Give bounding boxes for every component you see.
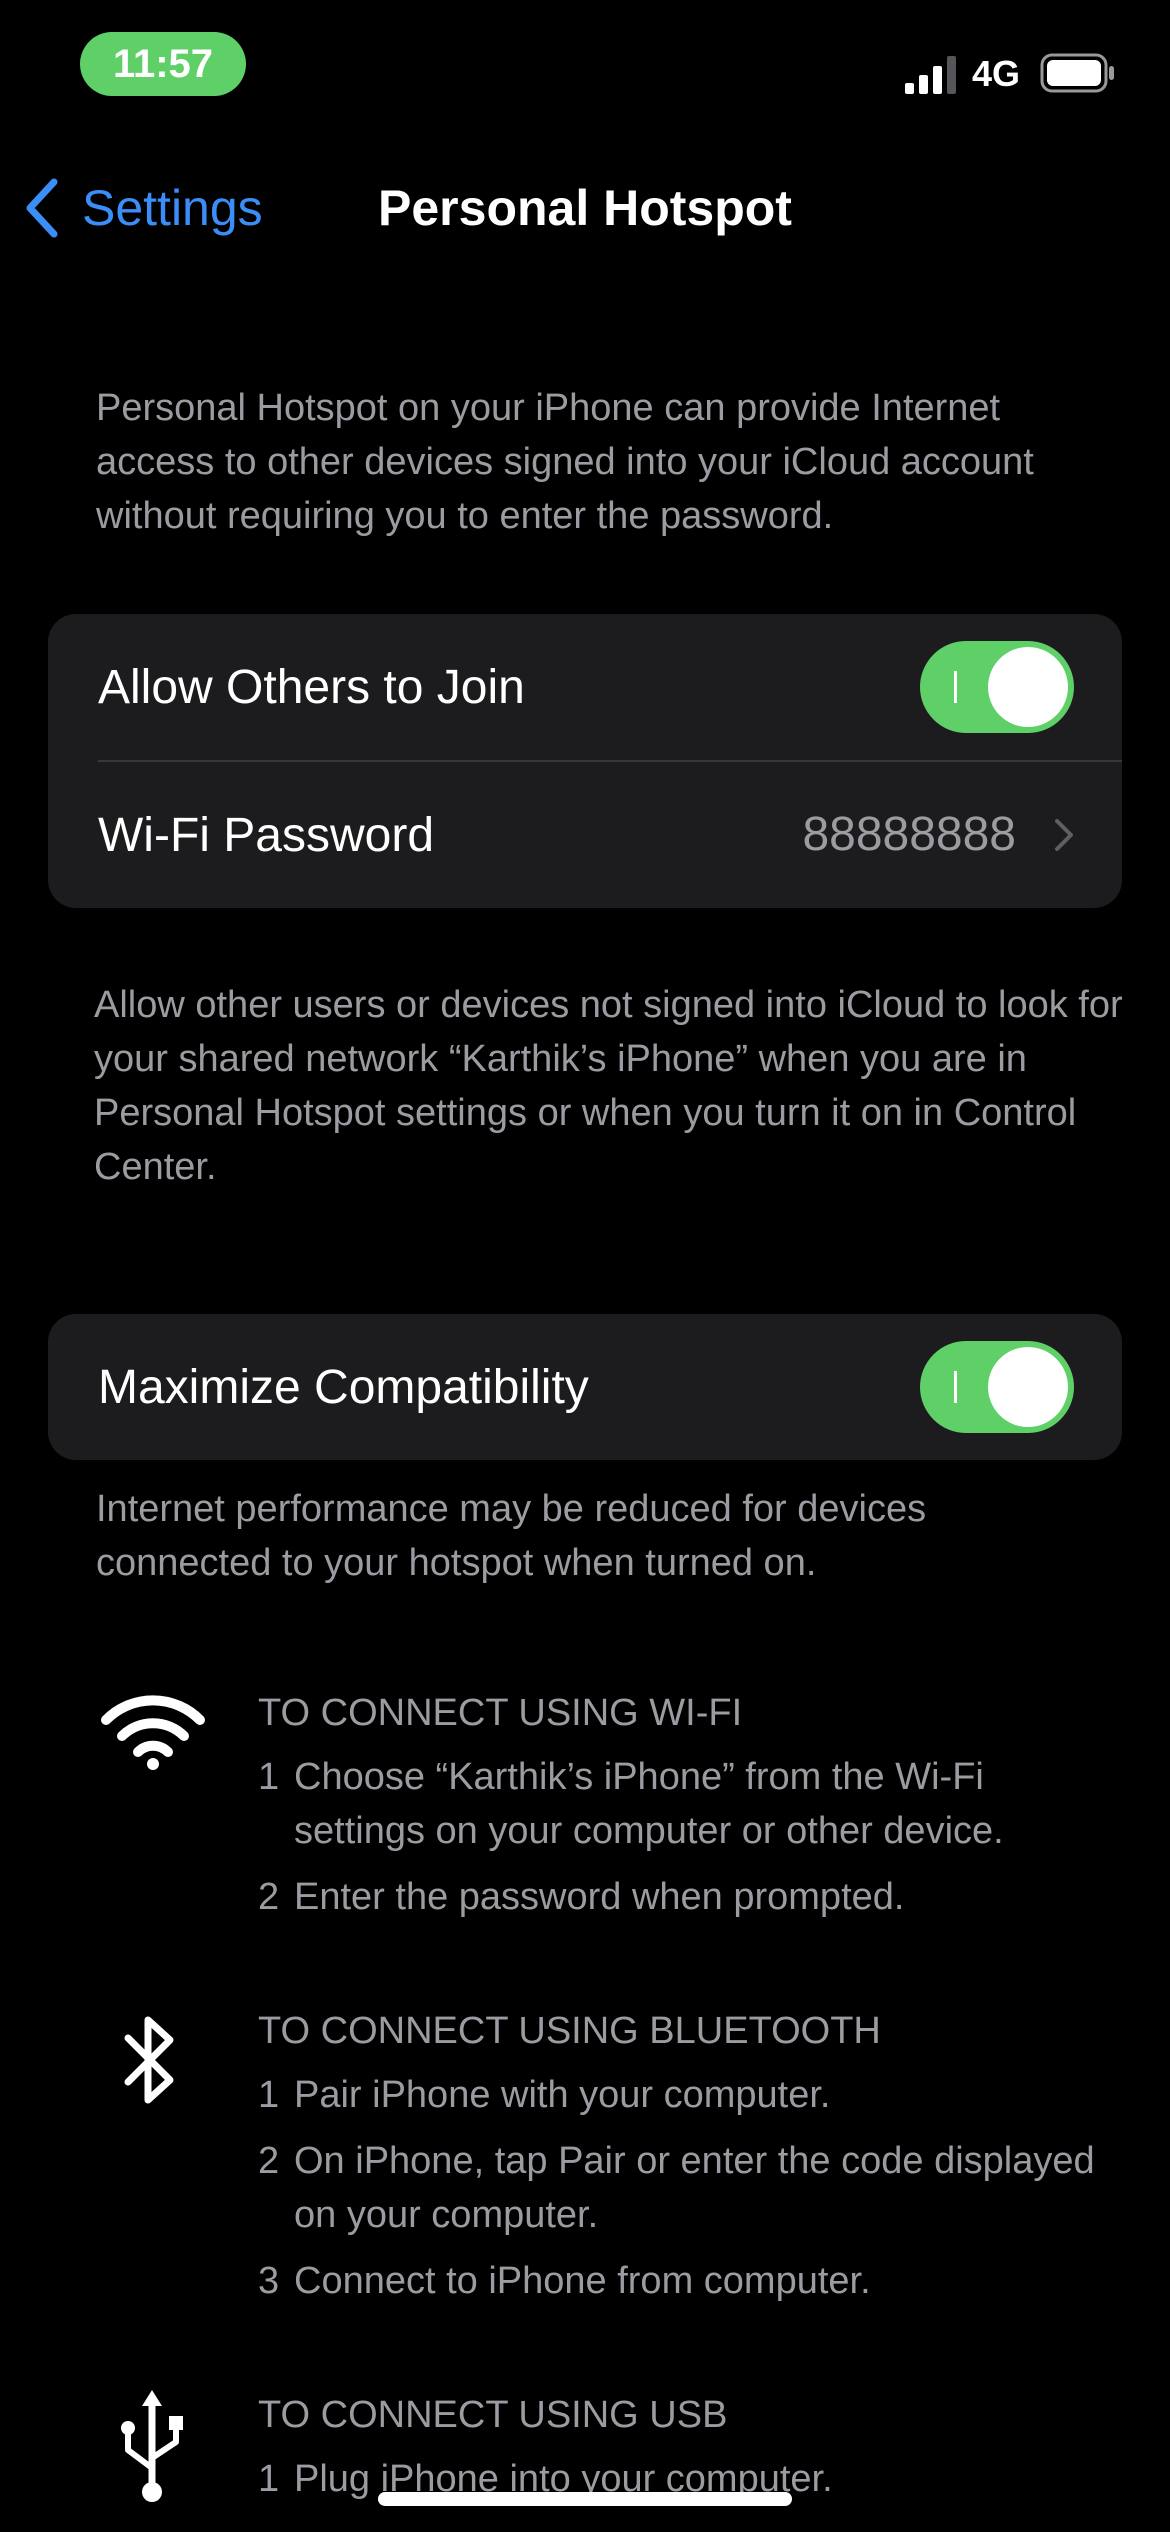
cellular-signal-icon bbox=[905, 56, 956, 94]
section-title: TO CONNECT USING WI-FI bbox=[258, 1692, 743, 1734]
step-number: 1 bbox=[258, 2074, 280, 2116]
chevron-right-icon bbox=[1055, 819, 1073, 851]
step-item: 2 On iPhone, tap Pair or enter the code … bbox=[258, 2134, 1118, 2242]
step-text: Choose “Karthik’s iPhone” from the Wi-Fi… bbox=[294, 1756, 1004, 1852]
usb-icon bbox=[121, 2390, 183, 2502]
wifi-password-value: 88888888 bbox=[802, 808, 1016, 861]
step-text: Enter the password when prompted. bbox=[294, 1876, 905, 1918]
step-item: 1 Pair iPhone with your computer. bbox=[258, 2068, 1118, 2122]
section-title: TO CONNECT USING USB bbox=[258, 2394, 728, 2436]
status-bar: 11:57 4G bbox=[0, 0, 1170, 130]
bluetooth-icon bbox=[124, 2016, 174, 2104]
toggle-on-indicator bbox=[954, 671, 957, 703]
hotspot-settings-group: Allow Others to Join Wi-Fi Password 8888… bbox=[48, 614, 1122, 908]
step-text: Pair iPhone with your computer. bbox=[294, 2074, 831, 2116]
step-number: 1 bbox=[258, 1756, 280, 1798]
allow-others-toggle[interactable] bbox=[920, 641, 1074, 733]
navigation-bar: Settings Personal Hotspot bbox=[0, 160, 1170, 256]
maximize-compatibility-row: Maximize Compatibility bbox=[48, 1314, 1122, 1460]
toggle-on-indicator bbox=[954, 1371, 957, 1403]
step-number: 2 bbox=[258, 2140, 280, 2182]
step-item: 3 Connect to iPhone from computer. bbox=[258, 2254, 1118, 2308]
allow-others-label: Allow Others to Join bbox=[98, 660, 525, 714]
network-type: 4G bbox=[972, 53, 1021, 94]
step-item: 1 Choose “Karthik’s iPhone” from the Wi-… bbox=[258, 1750, 1118, 1858]
allow-others-note: Allow other users or devices not signed … bbox=[94, 984, 1123, 1188]
step-number: 3 bbox=[258, 2260, 280, 2302]
step-number: 1 bbox=[258, 2458, 280, 2500]
allow-others-row: Allow Others to Join bbox=[48, 614, 1122, 760]
maximize-compatibility-toggle[interactable] bbox=[920, 1341, 1074, 1433]
wifi-icon bbox=[101, 1695, 205, 1770]
connect-usb-text: TO CONNECT USING USB 1 Plug iPhone into … bbox=[258, 2390, 1118, 2506]
status-time: 11:57 bbox=[80, 32, 246, 96]
home-indicator[interactable] bbox=[378, 2492, 792, 2506]
step-number: 2 bbox=[258, 1876, 280, 1918]
step-text: On iPhone, tap Pair or enter the code di… bbox=[294, 2140, 1095, 2236]
toggle-knob bbox=[988, 1347, 1068, 1427]
maximize-compatibility-label: Maximize Compatibility bbox=[98, 1360, 589, 1414]
wifi-password-row[interactable]: Wi-Fi Password 88888888 bbox=[48, 762, 1122, 908]
step-text: Connect to iPhone from computer. bbox=[294, 2260, 871, 2302]
page-title: Personal Hotspot bbox=[378, 180, 792, 236]
connect-bluetooth-text: TO CONNECT USING BLUETOOTH 1 Pair iPhone… bbox=[258, 2006, 1118, 2308]
section-title: TO CONNECT USING BLUETOOTH bbox=[258, 2010, 881, 2052]
compatibility-note: Internet performance may be reduced for … bbox=[96, 1488, 927, 1584]
compatibility-group: Maximize Compatibility bbox=[48, 1314, 1122, 1460]
toggle-knob bbox=[988, 647, 1068, 727]
battery-icon bbox=[1040, 53, 1114, 93]
wifi-password-label: Wi-Fi Password bbox=[98, 808, 435, 862]
intro-note: Personal Hotspot on your iPhone can prov… bbox=[96, 387, 1034, 537]
step-item: 2 Enter the password when prompted. bbox=[258, 1870, 1118, 1924]
connect-wifi-text: TO CONNECT USING WI-FI 1 Choose “Karthik… bbox=[258, 1688, 1118, 1924]
